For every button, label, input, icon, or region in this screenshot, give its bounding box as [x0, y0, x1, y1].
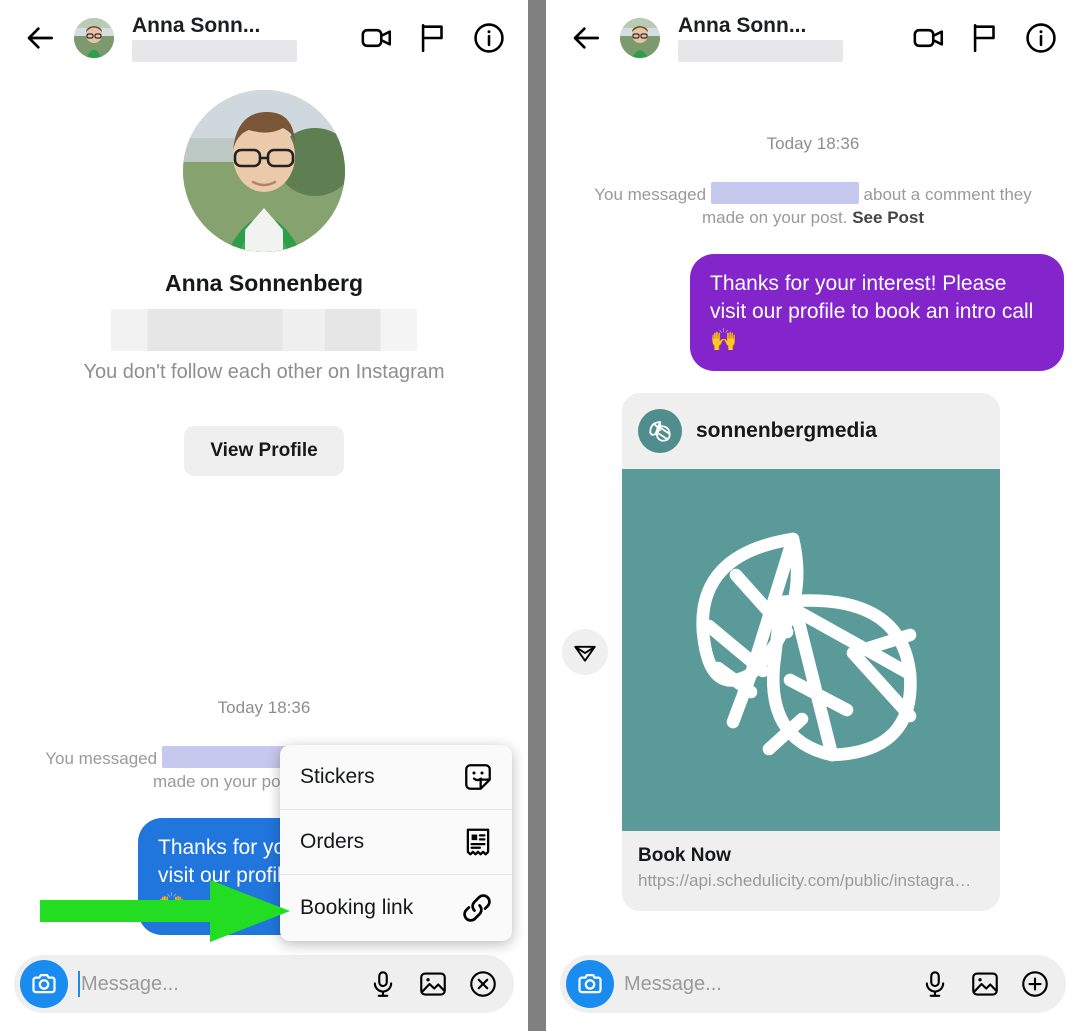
- menu-item-label: Booking link: [300, 896, 414, 919]
- plus-circle-icon[interactable]: [1020, 969, 1050, 999]
- view-profile-button[interactable]: View Profile: [184, 426, 344, 476]
- follow-status-text: You don't follow each other on Instagram: [83, 361, 445, 383]
- profile-redacted-handle: [111, 309, 417, 351]
- avatar[interactable]: [74, 18, 114, 58]
- flag-icon[interactable]: [414, 19, 452, 57]
- info-icon[interactable]: [470, 19, 508, 57]
- chat-header-right: Anna Sonn...: [546, 0, 1080, 72]
- booking-link-card[interactable]: sonnenbergmedia Book Now https://api.sch…: [622, 393, 1000, 912]
- composer-bar: Message...: [560, 955, 1066, 1013]
- message-bubble[interactable]: Thanks for your interest! Please visit o…: [690, 253, 1064, 372]
- panel-divider: [528, 0, 546, 1031]
- redacted-handle-bar: [678, 39, 843, 62]
- composer-bar: Message...: [14, 955, 514, 1013]
- card-title: Book Now: [638, 845, 731, 867]
- chain-link-icon: [460, 891, 494, 925]
- screenshot-root: Anna Sonn... Anna Sonnenberg You don't f…: [0, 0, 1080, 1031]
- composer-icons-right: [920, 969, 1050, 999]
- thread-timestamp: Today 18:36: [217, 697, 311, 717]
- sticker-icon: [462, 761, 494, 793]
- header-name-block[interactable]: Anna Sonn...: [128, 14, 344, 62]
- menu-item-stickers[interactable]: Stickers: [280, 745, 512, 809]
- profile-avatar[interactable]: [183, 90, 345, 252]
- receipt-icon: [462, 826, 494, 858]
- message-text: Thanks for your interest! Please visit o…: [710, 271, 1034, 323]
- contact-name: Anna Sonn...: [132, 14, 261, 38]
- menu-item-orders[interactable]: Orders: [280, 809, 512, 874]
- avatar[interactable]: [620, 18, 660, 58]
- message-emoji: 🙌: [710, 327, 738, 353]
- microphone-icon[interactable]: [368, 969, 398, 999]
- video-camera-icon[interactable]: [910, 19, 948, 57]
- card-handle: sonnenbergmedia: [696, 419, 877, 443]
- message-input[interactable]: Message...: [78, 971, 358, 997]
- header-name-block[interactable]: Anna Sonn...: [674, 14, 896, 62]
- header-actions-right: [910, 19, 1064, 57]
- system-note-middle: about a comment they: [863, 185, 1032, 204]
- message-emoji: 🙌: [158, 891, 186, 917]
- card-url: https://api.schedulicity.com/public/inst…: [638, 871, 972, 891]
- see-post-link[interactable]: See Post: [852, 208, 924, 227]
- menu-item-label: Stickers: [300, 765, 375, 788]
- profile-block: Anna Sonnenberg You don't follow each ot…: [0, 72, 528, 476]
- camera-icon[interactable]: [566, 960, 614, 1008]
- composer-left: Message...: [0, 945, 528, 1031]
- composer-icons-left: [368, 969, 498, 999]
- thread-content-right: Today 18:36 You messaged about a comment…: [562, 72, 1064, 912]
- flag-icon[interactable]: [966, 19, 1004, 57]
- menu-item-label: Orders: [300, 830, 365, 853]
- text-caret: [78, 971, 80, 997]
- system-note-prefix: You messaged: [45, 748, 158, 768]
- attachment-popup-menu[interactable]: Stickers Orders Booking link: [280, 745, 512, 941]
- outgoing-message-row: Thanks for your interest! Please visit o…: [562, 253, 1064, 372]
- video-camera-icon[interactable]: [358, 19, 396, 57]
- card-image: [622, 469, 1000, 832]
- profile-name: Anna Sonnenberg: [164, 270, 364, 296]
- system-note-suffix: made on your post.: [152, 771, 299, 791]
- system-note: You messaged about a comment they made o…: [562, 182, 1064, 230]
- camera-icon[interactable]: [20, 960, 68, 1008]
- send-paper-plane-icon[interactable]: [562, 629, 608, 676]
- redacted-username-inline: [710, 182, 859, 204]
- thread-timestamp: Today 18:36: [766, 134, 860, 153]
- system-note-prefix: You messaged: [594, 185, 707, 204]
- back-arrow-icon[interactable]: [568, 19, 606, 57]
- microphone-icon[interactable]: [920, 969, 950, 999]
- composer-right: Message...: [546, 945, 1080, 1031]
- right-phone-screen: Anna Sonn... Today 18:36 You messaged ab…: [546, 0, 1080, 1031]
- card-footer: Book Now https://api.schedulicity.com/pu…: [622, 831, 1000, 911]
- message-input[interactable]: Message...: [624, 973, 910, 996]
- sonnenbergmedia-leaf-logo: [638, 409, 682, 454]
- back-arrow-icon[interactable]: [22, 19, 60, 57]
- chat-header-left: Anna Sonn...: [0, 0, 528, 72]
- message-placeholder: Message...: [81, 972, 179, 995]
- image-gallery-icon[interactable]: [970, 969, 1000, 999]
- close-circle-icon[interactable]: [468, 969, 498, 999]
- system-note-suffix: made on your post.: [701, 207, 848, 227]
- header-actions-left: [358, 19, 512, 57]
- info-icon[interactable]: [1022, 19, 1060, 57]
- card-header: sonnenbergmedia: [622, 393, 1000, 469]
- left-phone-screen: Anna Sonn... Anna Sonnenberg You don't f…: [0, 0, 528, 1031]
- contact-name: Anna Sonn...: [678, 14, 807, 38]
- menu-item-booking-link[interactable]: Booking link: [280, 874, 512, 941]
- redacted-handle-bar: [132, 39, 297, 62]
- message-thread-right: Today 18:36 You messaged about a comment…: [546, 72, 1080, 945]
- image-gallery-icon[interactable]: [418, 969, 448, 999]
- link-card-row: sonnenbergmedia Book Now https://api.sch…: [562, 393, 1064, 912]
- message-placeholder: Message...: [624, 972, 722, 995]
